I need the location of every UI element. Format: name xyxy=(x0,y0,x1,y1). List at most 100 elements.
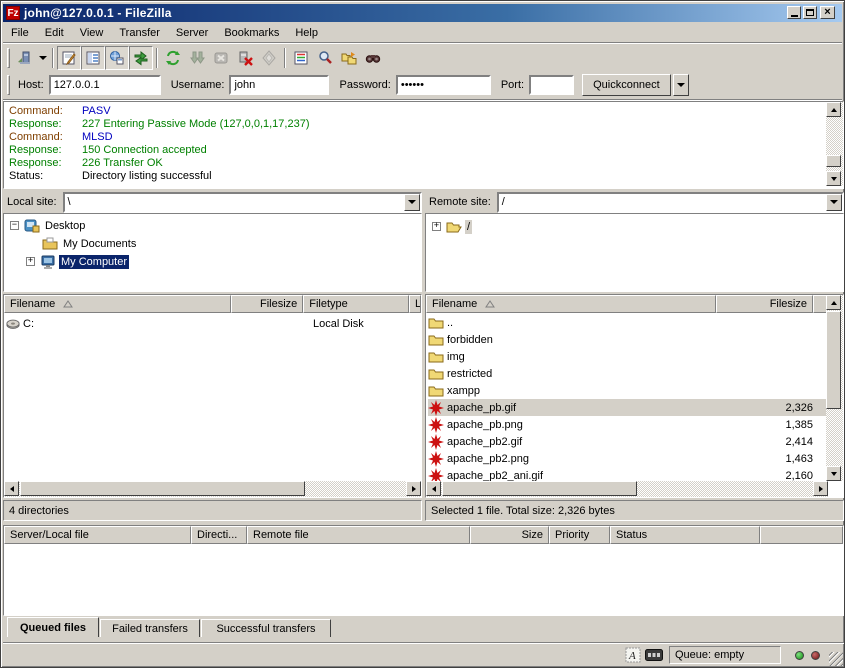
tab-successful-transfers[interactable]: Successful transfers xyxy=(201,619,331,637)
desktop-icon xyxy=(24,218,40,234)
title-bar[interactable]: Fz john@127.0.0.1 - FileZilla xyxy=(3,4,842,22)
menu-transfer[interactable]: Transfer xyxy=(111,24,168,42)
queue-col-status[interactable]: Status xyxy=(610,526,760,544)
remote-site-combo[interactable]: / xyxy=(497,192,844,213)
compare-directories-button[interactable] xyxy=(313,46,337,70)
local-hscrollbar[interactable] xyxy=(4,481,421,497)
folder-icon xyxy=(428,349,444,365)
disconnect-button[interactable] xyxy=(233,46,257,70)
synchronized-browsing-icon xyxy=(341,50,357,66)
menu-help[interactable]: Help xyxy=(287,24,326,42)
remote-vscrollbar[interactable] xyxy=(826,295,843,481)
local-col-filetype[interactable]: Filetype xyxy=(303,295,409,313)
host-input[interactable] xyxy=(49,75,161,95)
reconnect-button[interactable] xyxy=(257,46,281,70)
menu-bar: File Edit View Transfer Server Bookmarks… xyxy=(3,23,842,43)
local-status-bar: 4 directories xyxy=(3,500,422,521)
local-col-clipped[interactable]: L xyxy=(409,295,421,313)
site-manager-dropdown[interactable] xyxy=(36,47,49,69)
menu-edit[interactable]: Edit xyxy=(37,24,72,42)
local-file-list[interactable]: Filename Filesize Filetype L C: Local Di… xyxy=(3,294,422,498)
queue-col-remote-file[interactable]: Remote file xyxy=(247,526,470,544)
message-log[interactable]: Command:PASV Response:227 Entering Passi… xyxy=(3,101,844,189)
remote-col-filename[interactable]: Filename xyxy=(426,295,716,313)
sort-ascending-icon xyxy=(485,300,495,308)
filezilla-logo-icon: Fz xyxy=(6,6,20,20)
resize-grip[interactable] xyxy=(829,652,843,666)
toggle-message-log-button[interactable] xyxy=(57,46,81,70)
remote-file-list[interactable]: Filename Filesize .. forbidden img xyxy=(425,294,844,498)
toggle-remote-tree-button[interactable] xyxy=(105,46,129,70)
local-disk-icon xyxy=(6,317,20,331)
local-file-row[interactable]: C: Local Disk xyxy=(6,315,423,332)
remote-file-row-selected[interactable]: apache_pb.gif 2,326 xyxy=(428,399,826,416)
site-manager-button[interactable] xyxy=(12,46,36,70)
filter-icon xyxy=(293,50,309,66)
combo-dropdown-icon[interactable] xyxy=(404,194,420,211)
transfer-queue[interactable]: Server/Local file Directi... Remote file… xyxy=(3,525,844,616)
queue-col-size[interactable]: Size xyxy=(470,526,549,544)
local-col-filename[interactable]: Filename xyxy=(4,295,231,313)
menu-file[interactable]: File xyxy=(3,24,37,42)
expand-icon[interactable]: + xyxy=(432,222,441,231)
image-file-icon xyxy=(428,451,444,467)
remote-file-row[interactable]: apache_pb2.png 1,463 xyxy=(428,450,826,467)
tree-item-desktop[interactable]: Desktop xyxy=(43,219,87,233)
menu-server[interactable]: Server xyxy=(168,24,216,42)
queue-col-direction[interactable]: Directi... xyxy=(191,526,247,544)
minimize-button[interactable] xyxy=(787,6,801,19)
tab-queued-files[interactable]: Queued files xyxy=(7,617,99,637)
local-tree[interactable]: − Desktop My Documents + xyxy=(3,213,422,292)
remote-file-row[interactable]: img xyxy=(428,348,826,365)
transfer-type-icon[interactable]: A xyxy=(625,647,641,663)
local-col-filesize[interactable]: Filesize xyxy=(231,295,303,313)
refresh-button[interactable] xyxy=(161,46,185,70)
menu-view[interactable]: View xyxy=(72,24,112,42)
remote-col-filesize[interactable]: Filesize xyxy=(716,295,813,313)
tab-failed-transfers[interactable]: Failed transfers xyxy=(100,619,200,637)
tree-item-root[interactable]: / xyxy=(465,220,472,234)
folder-icon xyxy=(428,332,444,348)
synchronized-browsing-button[interactable] xyxy=(337,46,361,70)
local-site-value: \ xyxy=(68,196,71,208)
remote-file-row[interactable]: apache_pb2.gif 2,414 xyxy=(428,433,826,450)
local-pane: Local site: \ − Desktop xyxy=(3,191,422,523)
queue-col-priority[interactable]: Priority xyxy=(549,526,610,544)
toggle-local-tree-button[interactable] xyxy=(81,46,105,70)
cancel-button[interactable] xyxy=(209,46,233,70)
tree-item-my-computer[interactable]: My Computer xyxy=(59,255,129,269)
remote-file-row[interactable]: restricted xyxy=(428,365,826,382)
remote-file-row[interactable]: apache_pb.png 1,385 xyxy=(428,416,826,433)
port-label: Port: xyxy=(501,79,524,91)
quickconnect-button[interactable]: Quickconnect xyxy=(582,74,671,96)
collapse-icon[interactable]: − xyxy=(10,221,19,230)
remote-file-row[interactable]: xampp xyxy=(428,382,826,399)
quickconnect-grip[interactable] xyxy=(7,75,10,95)
menu-bookmarks[interactable]: Bookmarks xyxy=(216,24,287,42)
remote-tree[interactable]: + / xyxy=(425,213,844,292)
port-input[interactable] xyxy=(529,75,574,95)
remote-file-row[interactable]: forbidden xyxy=(428,331,826,348)
toolbar-grip[interactable] xyxy=(7,48,10,68)
filter-button[interactable] xyxy=(289,46,313,70)
remote-file-row[interactable]: .. xyxy=(428,314,826,331)
password-input[interactable] xyxy=(396,75,491,95)
log-label: Response: xyxy=(9,118,82,130)
remote-tree-icon xyxy=(109,50,125,66)
quickconnect-dropdown[interactable] xyxy=(673,74,689,96)
toggle-queue-button[interactable] xyxy=(129,46,153,70)
close-button[interactable]: × xyxy=(820,6,835,19)
log-scrollbar[interactable] xyxy=(826,102,843,186)
tree-item-my-documents[interactable]: My Documents xyxy=(61,237,138,251)
remote-hscrollbar[interactable] xyxy=(426,481,828,497)
username-input[interactable] xyxy=(229,75,329,95)
find-files-button[interactable] xyxy=(361,46,385,70)
combo-dropdown-icon[interactable] xyxy=(826,194,842,211)
expand-icon[interactable]: + xyxy=(26,257,35,266)
speed-limit-icon[interactable] xyxy=(645,649,663,661)
maximize-button[interactable] xyxy=(803,6,817,19)
process-queue-button[interactable] xyxy=(185,46,209,70)
queue-col-server-local-file[interactable]: Server/Local file xyxy=(4,526,191,544)
sort-ascending-icon xyxy=(63,300,73,308)
local-site-combo[interactable]: \ xyxy=(63,192,422,213)
